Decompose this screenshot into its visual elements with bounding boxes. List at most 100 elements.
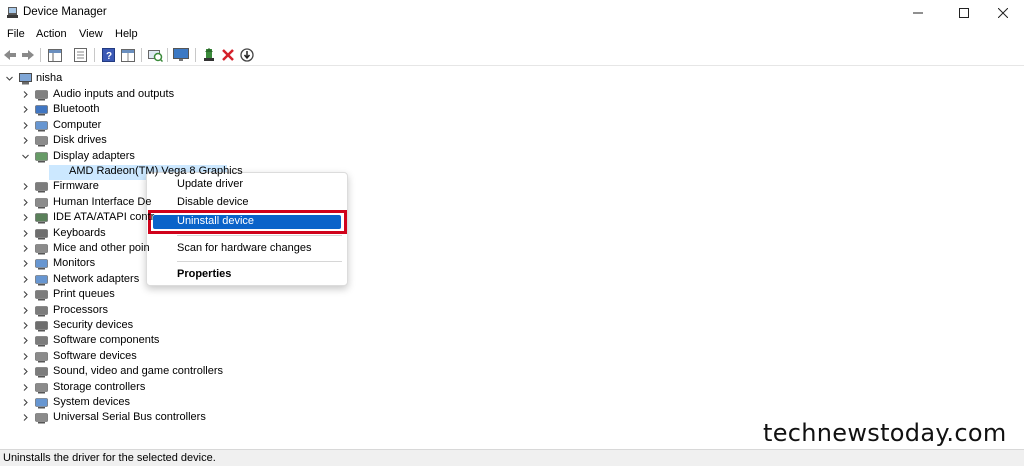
minimize-button[interactable] — [895, 0, 941, 26]
menu-item-properties[interactable]: Properties — [177, 268, 231, 280]
tree-category-label[interactable]: Network adapters — [53, 272, 139, 287]
collapse-chevron-icon[interactable] — [21, 152, 30, 161]
tree-category-label[interactable]: Computer — [53, 118, 101, 133]
expand-chevron-icon[interactable] — [21, 321, 30, 330]
software-device-icon — [35, 351, 48, 363]
toolbar-separator — [94, 48, 95, 62]
close-icon — [998, 8, 1008, 18]
console-tree-icon — [48, 48, 62, 62]
scan-hardware-button[interactable] — [147, 47, 163, 63]
expand-chevron-icon[interactable] — [21, 229, 30, 238]
expand-chevron-icon[interactable] — [21, 352, 30, 361]
properties-button[interactable] — [72, 47, 88, 63]
toolbar: ? — [0, 44, 1024, 66]
tree-category-label[interactable]: Storage controllers — [53, 380, 145, 395]
expand-chevron-icon[interactable] — [21, 413, 30, 422]
toolbar-separator — [141, 48, 142, 62]
security-device-icon — [35, 320, 48, 332]
tree-category-label[interactable]: Mice and other poin — [53, 241, 150, 256]
display-adapter-icon — [35, 151, 48, 163]
expand-chevron-icon[interactable] — [5, 74, 14, 83]
menu-item-disable-device[interactable]: Disable device — [177, 196, 249, 208]
tree-category-label[interactable]: Universal Serial Bus controllers — [53, 410, 206, 425]
expand-chevron-icon[interactable] — [21, 275, 30, 284]
tree-category-label[interactable]: Display adapters — [53, 149, 135, 164]
menu-file[interactable]: File — [7, 28, 25, 40]
sound-icon — [35, 366, 48, 378]
storage-controller-icon — [35, 382, 48, 394]
menu-view[interactable]: View — [79, 28, 103, 40]
tree-category-label[interactable]: Software components — [53, 333, 159, 348]
expand-chevron-icon[interactable] — [21, 367, 30, 376]
tree-category-label[interactable]: IDE ATA/ATAPI contr — [53, 210, 154, 225]
computer-icon — [19, 73, 32, 85]
tree-category-label[interactable]: Security devices — [53, 318, 133, 333]
expand-chevron-icon[interactable] — [21, 259, 30, 268]
tree-category-label[interactable]: Keyboards — [53, 226, 106, 241]
update-driver-button[interactable] — [201, 47, 217, 63]
tree-root-label[interactable]: nisha — [36, 71, 62, 86]
forward-arrow-icon — [22, 50, 34, 60]
expand-chevron-icon[interactable] — [21, 105, 30, 114]
tree-category-label[interactable]: Sound, video and game controllers — [53, 364, 223, 379]
help-book-icon: ? — [101, 48, 115, 62]
red-x-icon — [222, 49, 234, 61]
firmware-icon — [35, 181, 48, 193]
display-devices-button[interactable] — [173, 47, 189, 63]
tree-category-label[interactable]: Human Interface De — [53, 195, 151, 210]
show-hide-console-tree-button[interactable] — [47, 47, 63, 63]
expand-chevron-icon[interactable] — [21, 306, 30, 315]
expand-chevron-icon[interactable] — [21, 90, 30, 99]
expand-chevron-icon[interactable] — [21, 198, 30, 207]
expand-chevron-icon[interactable] — [21, 136, 30, 145]
maximize-icon — [959, 8, 969, 18]
close-button[interactable] — [980, 0, 1024, 26]
help-button[interactable]: ? — [100, 47, 116, 63]
uninstall-device-button[interactable] — [220, 47, 236, 63]
svg-text:?: ? — [106, 51, 112, 62]
bluetooth-icon — [35, 104, 48, 116]
expand-chevron-icon[interactable] — [21, 336, 30, 345]
menu-help[interactable]: Help — [115, 28, 138, 40]
tree-category-label[interactable]: Monitors — [53, 256, 95, 271]
expand-chevron-icon[interactable] — [21, 290, 30, 299]
expand-chevron-icon[interactable] — [21, 383, 30, 392]
back-arrow-icon — [4, 50, 16, 60]
tree-category-label[interactable]: Print queues — [53, 287, 115, 302]
toolbar-separator — [167, 48, 168, 62]
view-pane-icon — [121, 48, 135, 62]
system-device-icon — [35, 397, 48, 409]
tree-category-label[interactable]: Software devices — [53, 349, 137, 364]
context-menu: Update driver Disable device Uninstall d… — [146, 172, 348, 286]
expand-chevron-icon[interactable] — [21, 398, 30, 407]
menu-separator — [177, 235, 342, 236]
keyboard-icon — [35, 228, 48, 240]
tree-category-label[interactable]: System devices — [53, 395, 130, 410]
forward-button[interactable] — [20, 47, 36, 63]
tree-category-label[interactable]: Firmware — [53, 179, 99, 194]
enable-device-button[interactable] — [239, 47, 255, 63]
watermark-text: technewstoday.com — [763, 419, 1007, 447]
tree-device-label[interactable]: AMD Radeon(TM) Vega 8 Graphics — [69, 164, 243, 179]
hid-icon — [35, 197, 48, 209]
back-button[interactable] — [2, 47, 18, 63]
expand-chevron-icon[interactable] — [21, 244, 30, 253]
network-adapter-icon — [35, 274, 48, 286]
printer-icon — [35, 289, 48, 301]
tree-category-label[interactable]: Bluetooth — [53, 102, 99, 117]
expand-chevron-icon[interactable] — [21, 121, 30, 130]
update-driver-icon — [203, 48, 214, 61]
expand-chevron-icon[interactable] — [21, 213, 30, 222]
expand-chevron-icon[interactable] — [21, 182, 30, 191]
menu-item-update-driver[interactable]: Update driver — [177, 178, 243, 190]
toolbar-separator — [195, 48, 196, 62]
view-button[interactable] — [120, 47, 136, 63]
properties-sheet-icon — [73, 48, 87, 62]
menu-action[interactable]: Action — [36, 28, 67, 40]
mouse-icon — [35, 243, 48, 255]
tree-category-label[interactable]: Audio inputs and outputs — [53, 87, 174, 102]
minimize-icon — [913, 12, 923, 14]
tree-category-label[interactable]: Processors — [53, 303, 108, 318]
tree-category-label[interactable]: Disk drives — [53, 133, 107, 148]
menu-item-scan-hardware[interactable]: Scan for hardware changes — [177, 242, 312, 254]
